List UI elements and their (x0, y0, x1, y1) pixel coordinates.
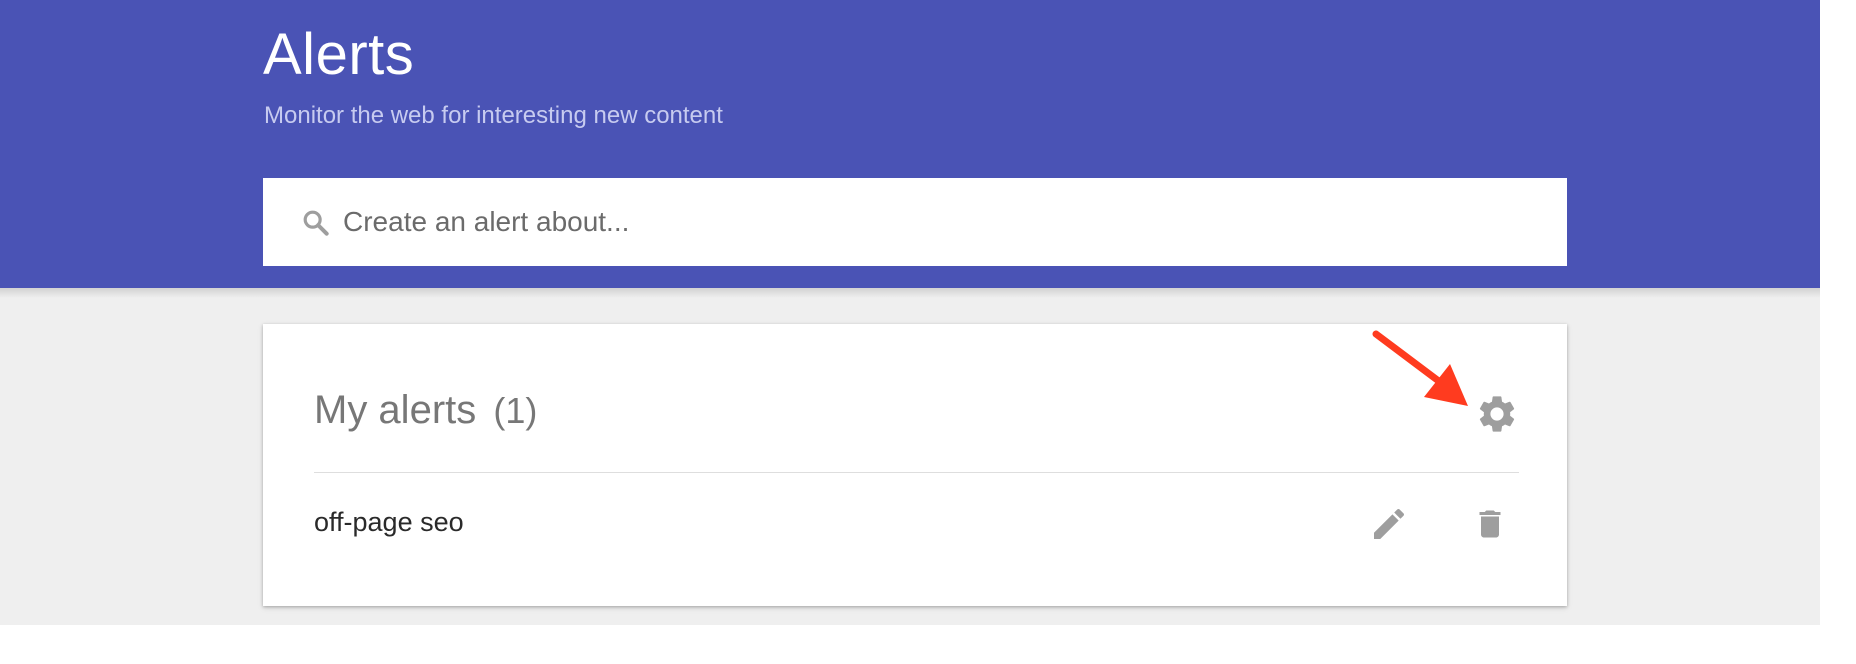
alert-row[interactable]: off-page seo (314, 494, 1519, 554)
header-shadow (0, 288, 1820, 298)
create-alert-input[interactable] (343, 198, 1523, 246)
annotation-arrow-icon (1372, 330, 1468, 406)
header-banner: Alerts Monitor the web for interesting n… (0, 0, 1820, 288)
create-alert-search-box[interactable] (263, 178, 1567, 266)
my-alerts-title: My alerts (314, 388, 477, 432)
pencil-icon[interactable] (1369, 504, 1409, 544)
page-subtitle: Monitor the web for interesting new cont… (264, 102, 723, 129)
trash-icon[interactable] (1472, 504, 1508, 544)
page-title: Alerts (263, 22, 415, 87)
alert-query[interactable]: off-page seo (314, 504, 464, 540)
search-icon (303, 210, 329, 236)
page: Alerts Monitor the web for interesting n… (0, 0, 1856, 664)
divider (314, 472, 1519, 473)
my-alerts-count: (1) (493, 390, 538, 431)
my-alerts-heading: My alerts (1) (314, 384, 537, 437)
gear-icon[interactable] (1475, 392, 1519, 436)
